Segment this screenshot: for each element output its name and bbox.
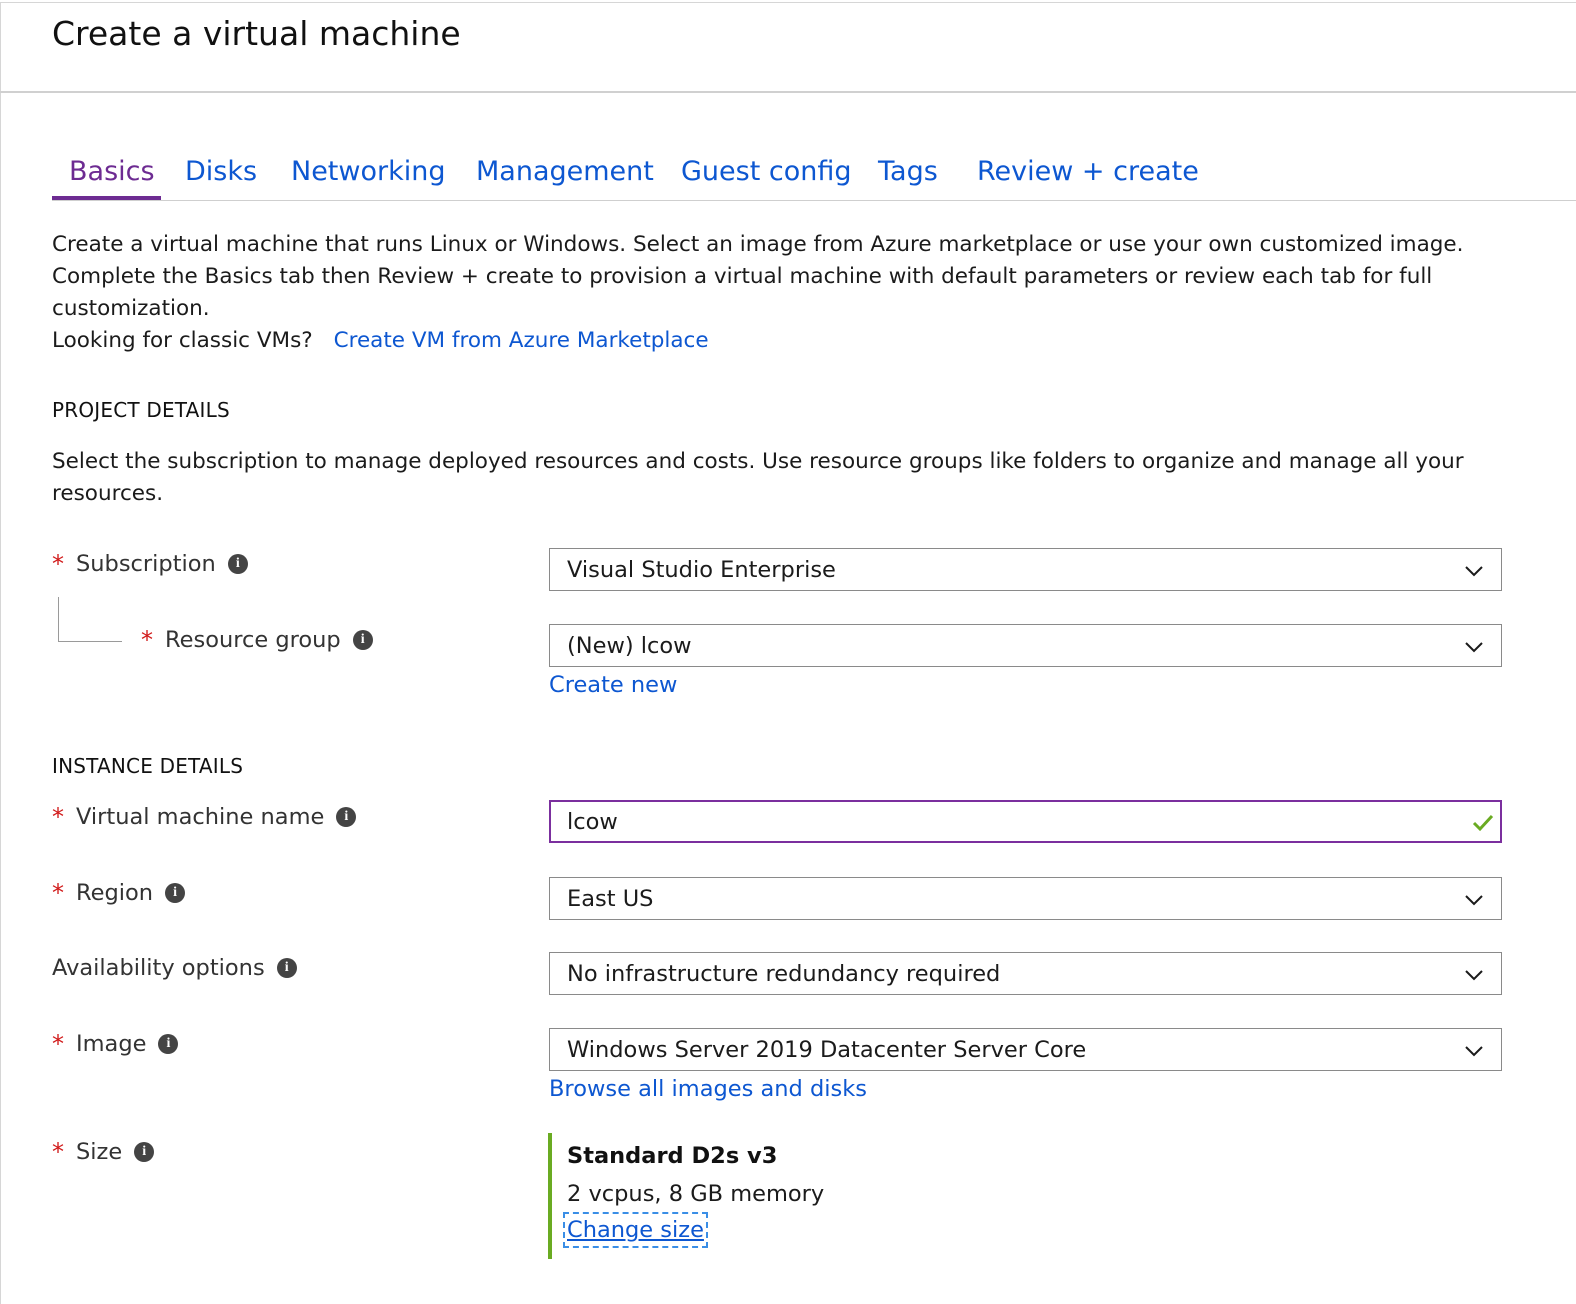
checkmark-icon <box>1472 814 1494 832</box>
size-label: * Size i <box>52 1138 155 1166</box>
availability-options-value: No infrastructure redundancy required <box>567 961 1001 987</box>
size-name: Standard D2s v3 <box>567 1143 778 1169</box>
chevron-down-icon <box>1465 895 1483 906</box>
info-icon[interactable]: i <box>227 554 248 574</box>
header-divider <box>0 91 1576 93</box>
subscription-dropdown[interactable]: Visual Studio Enterprise <box>549 548 1502 591</box>
classic-vms-line: Looking for classic VMs? Create VM from … <box>52 325 709 357</box>
required-marker: * <box>141 626 153 654</box>
availability-options-dropdown[interactable]: No infrastructure redundancy required <box>549 952 1502 995</box>
intro-line-3: customization. <box>52 296 210 321</box>
project-details-heading: PROJECT DETAILS <box>52 398 230 422</box>
project-desc-line-1: Select the subscription to manage deploy… <box>52 449 1464 474</box>
create-new-resource-group-link[interactable]: Create new <box>549 672 677 698</box>
required-marker: * <box>52 1030 64 1058</box>
chevron-down-icon <box>1465 642 1483 653</box>
intro-line-2: Complete the Basics tab then Review + cr… <box>52 264 1433 289</box>
info-icon[interactable]: i <box>158 1034 179 1054</box>
create-vm-marketplace-link[interactable]: Create VM from Azure Marketplace <box>334 328 709 353</box>
image-value: Windows Server 2019 Datacenter Server Co… <box>567 1037 1087 1063</box>
required-marker: * <box>52 879 64 907</box>
instance-details-heading: INSTANCE DETAILS <box>52 754 244 778</box>
tab-disks[interactable]: Disks <box>185 150 257 200</box>
tab-guest-config[interactable]: Guest config <box>681 150 852 200</box>
chevron-down-icon <box>1465 970 1483 981</box>
chevron-down-icon <box>1465 1046 1483 1057</box>
tabs-divider <box>52 200 1576 201</box>
info-icon[interactable]: i <box>165 883 186 903</box>
classic-vms-prompt: Looking for classic VMs? <box>52 328 313 353</box>
required-marker: * <box>52 803 64 831</box>
required-marker: * <box>52 1138 64 1166</box>
frame-top-border <box>0 2 1576 3</box>
intro-line-1: Create a virtual machine that runs Linux… <box>52 232 1464 257</box>
subscription-value: Visual Studio Enterprise <box>567 557 836 583</box>
tab-review-create[interactable]: Review + create <box>977 150 1199 200</box>
required-marker: * <box>52 550 64 578</box>
info-icon[interactable]: i <box>352 630 373 650</box>
vm-name-input[interactable]: lcow <box>549 800 1502 843</box>
tab-management[interactable]: Management <box>476 150 654 200</box>
resource-group-label: * Resource group i <box>141 626 373 654</box>
info-icon[interactable]: i <box>336 807 357 827</box>
tree-connector-horizontal <box>58 641 122 642</box>
resource-group-value: (New) lcow <box>567 633 692 659</box>
image-dropdown[interactable]: Windows Server 2019 Datacenter Server Co… <box>549 1028 1502 1071</box>
chevron-down-icon <box>1465 566 1483 577</box>
tree-connector-vertical <box>58 597 59 642</box>
info-icon[interactable]: i <box>134 1142 155 1162</box>
resource-group-dropdown[interactable]: (New) lcow <box>549 624 1502 667</box>
region-label: * Region i <box>52 879 186 907</box>
tab-networking[interactable]: Networking <box>291 150 446 200</box>
availability-options-label: Availability options i <box>52 955 297 981</box>
vm-name-value: lcow <box>567 809 618 835</box>
tab-tags[interactable]: Tags <box>878 150 938 200</box>
page-title: Create a virtual machine <box>52 14 461 53</box>
change-size-link[interactable]: Change size <box>563 1212 708 1248</box>
region-value: East US <box>567 886 654 912</box>
vm-name-label: * Virtual machine name i <box>52 803 357 831</box>
subscription-label: * Subscription i <box>52 550 248 578</box>
project-desc-line-2: resources. <box>52 481 164 506</box>
image-label: * Image i <box>52 1030 179 1058</box>
tab-basics[interactable]: Basics <box>69 150 155 200</box>
size-spec: 2 vcpus, 8 GB memory <box>567 1181 825 1207</box>
size-accent-bar <box>548 1133 552 1259</box>
region-dropdown[interactable]: East US <box>549 877 1502 920</box>
frame-left-border <box>0 2 1 1304</box>
info-icon[interactable]: i <box>276 958 297 978</box>
browse-images-link[interactable]: Browse all images and disks <box>549 1076 867 1102</box>
